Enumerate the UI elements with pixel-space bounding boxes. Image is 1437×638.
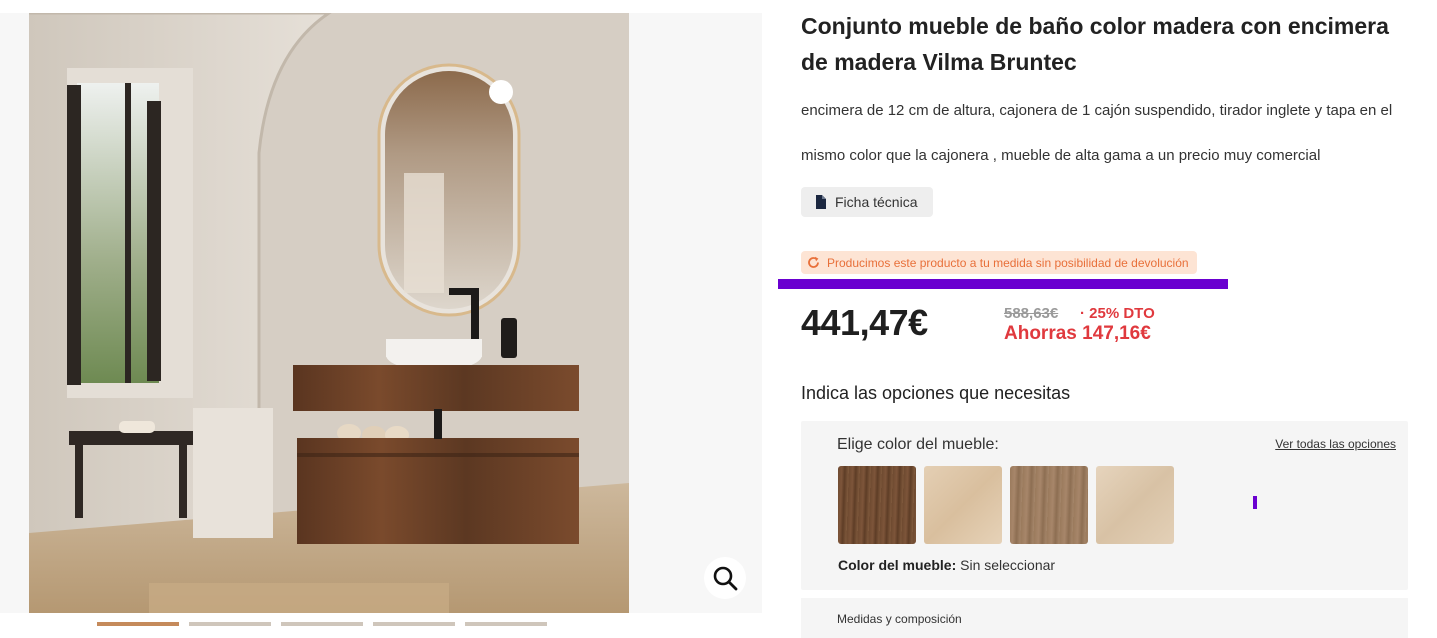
thumbnail[interactable] — [465, 622, 547, 626]
document-icon — [816, 195, 826, 209]
discount-badge: · 25% DTO — [1080, 305, 1155, 322]
selected-color-status: Color del mueble: Sin seleccionar — [838, 557, 1055, 573]
options-heading: Indica las opciones que necesitas — [801, 383, 1071, 403]
highlight-bar — [778, 279, 1228, 289]
current-price: 441,47€ — [801, 302, 928, 343]
product-description: encimera de 12 cm de altura, cajonera de… — [801, 102, 1393, 164]
notice-text: Producimos este producto a tu medida sin… — [827, 255, 1189, 270]
thumbnail[interactable] — [281, 622, 363, 626]
zoom-button[interactable] — [704, 557, 746, 599]
refresh-icon — [808, 256, 819, 268]
see-all-options-link[interactable]: Ver todas las opciones — [1275, 437, 1396, 451]
thumbnail-strip — [97, 622, 547, 626]
measures-panel[interactable]: Medidas y composición — [801, 598, 1408, 638]
measures-label: Medidas y composición — [837, 612, 962, 626]
old-price: 588,63€ — [1004, 305, 1059, 322]
datasheet-label: Ficha técnica — [835, 194, 918, 210]
datasheet-button[interactable]: Ficha técnica — [801, 187, 933, 217]
cursor-marker — [1253, 496, 1257, 509]
thumbnail[interactable] — [97, 622, 179, 626]
color-swatch-dark-walnut[interactable] — [838, 466, 916, 544]
color-swatch-natural-maple[interactable] — [1096, 466, 1174, 544]
color-options-panel: Elige color del mueble: Ver todas las op… — [801, 421, 1408, 590]
color-swatch-light-oak[interactable] — [924, 466, 1002, 544]
product-main-image[interactable] — [29, 13, 629, 613]
selected-color-value: Sin seleccionar — [960, 557, 1056, 573]
product-title: Conjunto mueble de baño color madera con… — [801, 13, 1389, 75]
savings-text: Ahorras 147,16€ — [1004, 323, 1151, 344]
color-swatch-medium-oak[interactable] — [1010, 466, 1088, 544]
thumbnail[interactable] — [189, 622, 271, 626]
search-icon — [713, 566, 738, 591]
color-options-label: Elige color del mueble: — [837, 436, 999, 453]
thumbnail[interactable] — [373, 622, 455, 626]
selected-color-label: Color del mueble: — [838, 557, 957, 573]
custom-order-notice: Producimos este producto a tu medida sin… — [801, 251, 1197, 274]
